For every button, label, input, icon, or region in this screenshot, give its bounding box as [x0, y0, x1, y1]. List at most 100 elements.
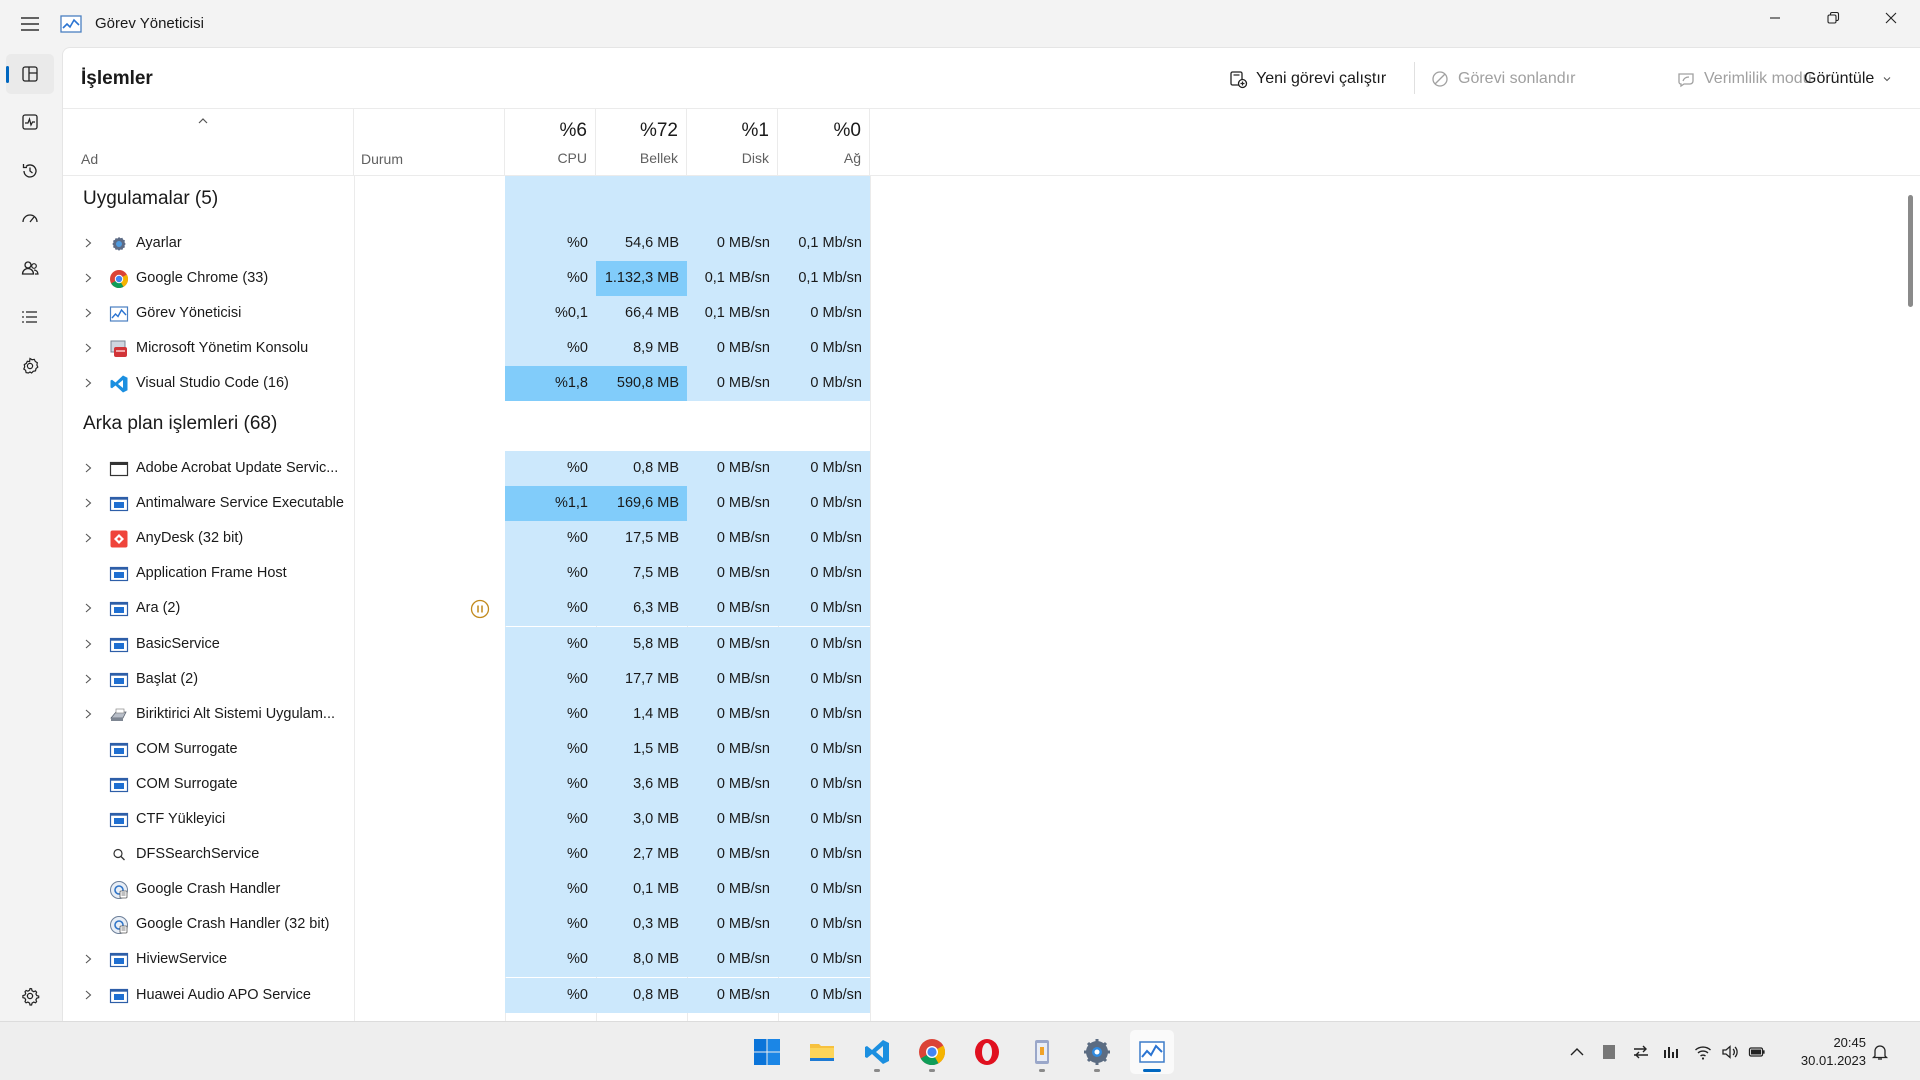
process-net-cell: 0 Mb/sn [778, 837, 870, 873]
chevron-right-icon[interactable] [82, 236, 94, 250]
process-row[interactable]: HiviewService %0 8,0 MB 0 MB/sn 0 Mb/sn [63, 942, 870, 978]
disk-total: %1 [741, 120, 769, 141]
chevron-right-icon[interactable] [82, 672, 94, 686]
process-row[interactable]: Ara (2) %0 6,3 MB 0 MB/sn 0 Mb/sn [63, 591, 870, 627]
nav-item-performance[interactable] [6, 102, 54, 142]
process-row[interactable]: Huawei Audio APO Service %0 0,8 MB 0 MB/sn 0… [63, 977, 870, 1013]
view-menu-button[interactable]: Görüntüle [1804, 66, 1892, 92]
process-mem-cell: 0,3 MB [596, 907, 687, 943]
process-row[interactable]: COM Surrogate %0 1,5 MB 0 MB/sn 0 Mb/sn [63, 731, 870, 767]
column-header-memory[interactable]: %72 Bellek [596, 109, 687, 176]
process-row[interactable]: DFSSearchService %0 2,7 MB 0 MB/sn 0 Mb/sn [63, 837, 870, 873]
process-row[interactable]: Google Chrome (33) %0 1.132,3 MB 0,1 MB/sn 0… [63, 261, 870, 297]
process-row[interactable]: Visual Studio Code (16) %1,8 590,8 MB 0 MB/… [63, 366, 870, 402]
network-label: Ağ [843, 150, 861, 166]
end-task-button[interactable]: Görevi sonlandır [1430, 66, 1575, 92]
taskbar-file-explorer[interactable] [800, 1030, 844, 1074]
chevron-down-icon [1883, 77, 1891, 82]
equalizer-icon[interactable] [1662, 1043, 1680, 1061]
process-row[interactable]: Application Frame Host %0 7,5 MB 0 MB/sn 0 M… [63, 556, 870, 592]
nav-item-users[interactable] [6, 248, 54, 288]
chevron-right-icon[interactable] [82, 531, 94, 545]
chevron-right-icon[interactable] [82, 376, 94, 390]
column-header-disk[interactable]: %1 Disk [687, 109, 778, 176]
nav-item-startup[interactable] [6, 199, 54, 239]
clock[interactable]: 20:45 30.01.2023 [1801, 1034, 1866, 1070]
chevron-right-icon[interactable] [82, 496, 94, 510]
chevron-right-icon[interactable] [82, 271, 94, 285]
column-status-label: Durum [361, 151, 404, 167]
taskbar-settings[interactable] [1075, 1030, 1119, 1074]
process-row[interactable]: BasicService %0 5,8 MB 0 MB/sn 0 Mb/sn [63, 626, 870, 662]
chevron-right-icon[interactable] [82, 707, 94, 721]
restore-button[interactable] [1804, 0, 1862, 36]
process-row[interactable]: CTF Yükleyici %0 3,0 MB 0 MB/sn 0 Mb/sn [63, 802, 870, 837]
process-cpu-cell: %0 [505, 942, 596, 978]
nav-item-app-history[interactable] [6, 151, 54, 191]
tray-app-icon[interactable] [1600, 1043, 1618, 1061]
group-header-background[interactable]: Arka plan işlemleri (68) [83, 413, 277, 435]
process-row[interactable]: Görev Yöneticisi %0,1 66,4 MB 0,1 MB/sn 0 Mb… [63, 296, 870, 332]
printer-icon [109, 705, 129, 725]
run-new-task-label: Yeni görevi çalıştır [1256, 70, 1387, 87]
battery-icon[interactable] [1748, 1043, 1766, 1061]
process-disk-cell: 0 MB/sn [687, 731, 778, 767]
task-manager-icon [60, 14, 82, 33]
hamburger-menu-button[interactable] [0, 0, 60, 47]
group-header-apps[interactable]: Uygulamalar (5) [83, 188, 218, 210]
google-crash-icon [109, 915, 129, 935]
process-row[interactable]: COM Surrogate %0 3,6 MB 0 MB/sn 0 Mb/sn [63, 766, 870, 802]
nav-item-processes[interactable] [6, 54, 54, 94]
column-header-status[interactable]: Durum [354, 109, 505, 176]
minimize-button[interactable] [1746, 0, 1804, 36]
chevron-up-icon[interactable] [1568, 1043, 1586, 1061]
process-row[interactable]: Ayarlar %0 54,6 MB 0 MB/sn 0,1 Mb/sn [63, 226, 870, 261]
process-mem-cell: 54,6 MB [596, 226, 687, 261]
nav-item-settings[interactable] [6, 976, 54, 1016]
column-header-network[interactable]: %0 Ağ [778, 109, 870, 176]
chevron-right-icon[interactable] [82, 306, 94, 320]
close-button[interactable] [1862, 0, 1920, 36]
column-header-name[interactable]: Ad [63, 109, 354, 176]
nav-item-services[interactable] [6, 346, 54, 386]
process-row[interactable]: Başlat (2) %0 17,7 MB 0 MB/sn 0 Mb/sn [63, 661, 870, 697]
start-icon [754, 1039, 780, 1065]
run-new-task-button[interactable]: Yeni görevi çalıştır [1228, 66, 1386, 92]
minimize-icon [1770, 17, 1780, 19]
chevron-right-icon[interactable] [82, 988, 94, 1002]
notification-button[interactable] [1871, 1022, 1889, 1080]
nav-item-details[interactable] [6, 297, 54, 337]
chevron-right-icon[interactable] [82, 341, 94, 355]
chevron-right-icon[interactable] [82, 637, 94, 651]
taskbar-opera[interactable] [965, 1030, 1009, 1074]
column-header-cpu[interactable]: %6 CPU [505, 109, 596, 176]
settings-app-icon [109, 234, 129, 254]
chevron-right-icon[interactable] [82, 952, 94, 966]
vertical-scrollbar[interactable] [1908, 195, 1913, 307]
process-row[interactable]: Google Crash Handler (32 bit) %0 0,3 MB 0 M… [63, 907, 870, 943]
switch-icon[interactable] [1632, 1043, 1650, 1061]
taskbar-notepad[interactable] [1020, 1030, 1064, 1074]
process-name: Google Crash Handler (32 bit) [136, 916, 330, 933]
process-row[interactable]: Google Crash Handler %0 0,1 MB 0 MB/sn 0 Mb/… [63, 872, 870, 908]
process-row[interactable]: Microsoft Yönetim Konsolu %0 8,9 MB 0 MB/sn… [63, 331, 870, 367]
start-button[interactable] [745, 1030, 789, 1074]
efficiency-mode-button[interactable]: Verimlilik modu [1676, 66, 1812, 92]
taskbar-chrome[interactable] [910, 1030, 954, 1074]
taskbar-task-manager[interactable] [1130, 1030, 1174, 1074]
chevron-right-icon[interactable] [82, 601, 94, 615]
volume-icon[interactable] [1721, 1043, 1739, 1061]
chevron-right-icon[interactable] [82, 461, 94, 475]
process-row[interactable]: Adobe Acrobat Update Servic... %0 0,8 MB 0 … [63, 451, 870, 486]
process-cpu-cell: %0 [505, 261, 596, 297]
process-mem-cell: 1,4 MB [596, 696, 687, 732]
process-row[interactable]: AnyDesk (32 bit) %0 17,5 MB 0 MB/sn 0 Mb/sn [63, 521, 870, 557]
process-row[interactable]: Antimalware Service Executable %1,1 169,6 … [63, 486, 870, 522]
process-mem-cell: 6,3 MB [596, 591, 687, 627]
process-net-cell: 0 Mb/sn [778, 907, 870, 943]
taskbar-vscode[interactable] [855, 1030, 899, 1074]
process-mem-cell: 8,9 MB [596, 331, 687, 367]
process-row[interactable]: Biriktirici Alt Sistemi Uygulam... %0 1,4 … [63, 696, 870, 732]
wifi-icon[interactable] [1694, 1043, 1712, 1061]
close-icon [1885, 12, 1897, 24]
